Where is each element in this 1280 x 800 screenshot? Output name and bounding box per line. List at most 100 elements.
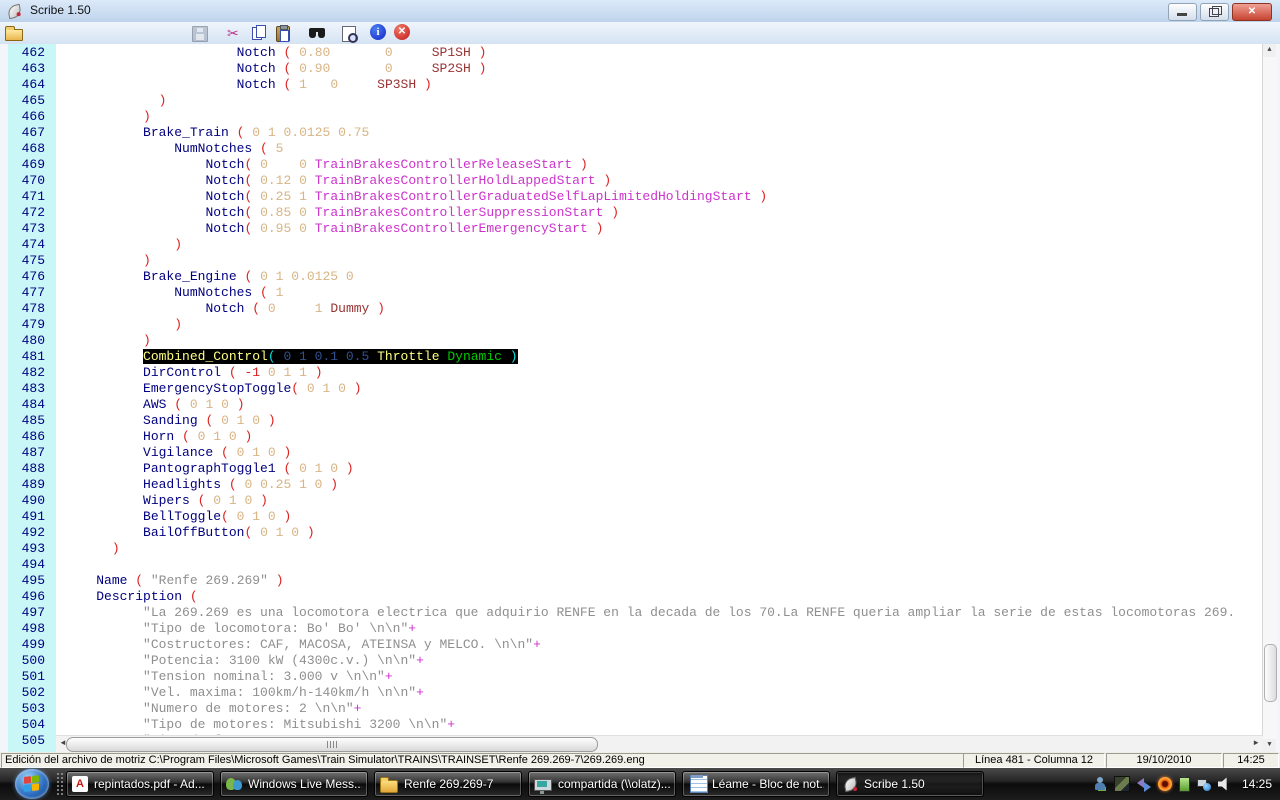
code-line[interactable]: 469 Notch( 0 0 TrainBrakesControllerRele…: [8, 157, 1263, 173]
toolbar: Courier New ▼ 10 ▼ ✂ i ✕ Espagnol ▼: [0, 22, 1280, 45]
line-number: 488: [8, 461, 56, 477]
taskbar-button[interactable]: compartida (\\olatz)...: [528, 771, 676, 797]
taskbar-button[interactable]: repintados.pdf - Ad...: [66, 771, 214, 797]
code-line[interactable]: 488 PantographToggle1 ( 0 1 0 ): [8, 461, 1263, 477]
volume-icon[interactable]: [1218, 777, 1232, 791]
code-line[interactable]: 477 NumNotches ( 1: [8, 285, 1263, 301]
code-line[interactable]: 463 Notch ( 0.90 0 SP2SH ): [8, 61, 1263, 77]
exit-icon: ✕: [398, 26, 406, 37]
code-line[interactable]: 480 ): [8, 333, 1263, 349]
minimize-icon: [1177, 13, 1187, 16]
scribe-icon: [842, 776, 858, 792]
status-file-info: Edición del archivo de motriz C:\Program…: [1, 753, 964, 768]
code-line[interactable]: 504 "Tipo de motores: Mitsubishi 3200 \n…: [8, 717, 1263, 733]
code-line[interactable]: 481 Combined_Control( 0 1 0.1 0.5 Thrott…: [8, 349, 1263, 365]
find-replace-button[interactable]: [340, 24, 360, 42]
line-number: 499: [8, 637, 56, 653]
scroll-right-icon[interactable]: ►: [1249, 737, 1263, 751]
desktop: Scribe 1.50 ✕ Courier New ▼ 10 ▼ ✂ i ✕ E…: [0, 0, 1280, 800]
task-label: Renfe 269.269-7: [404, 777, 493, 791]
network-icon[interactable]: [1197, 777, 1211, 791]
code-line[interactable]: 473 Notch( 0.95 0 TrainBrakesControllerE…: [8, 221, 1263, 237]
horizontal-scrollbar-thumb[interactable]: [66, 737, 598, 752]
line-number: 494: [8, 557, 56, 573]
cut-button[interactable]: ✂: [227, 24, 247, 42]
restore-button[interactable]: [1200, 3, 1229, 21]
code-line[interactable]: 487 Vigilance ( 0 1 0 ): [8, 445, 1263, 461]
horizontal-scrollbar[interactable]: ◄ ►: [56, 735, 1263, 752]
code-line[interactable]: 475 ): [8, 253, 1263, 269]
taskbar-grip[interactable]: [56, 772, 63, 796]
picture-tray-icon[interactable]: [1114, 776, 1130, 792]
code-line[interactable]: 483 EmergencyStopToggle( 0 1 0 ): [8, 381, 1263, 397]
code-line[interactable]: 496 Description (: [8, 589, 1263, 605]
info-button[interactable]: i: [370, 24, 386, 40]
code-line[interactable]: 500 "Potencia: 3100 kW (4300c.v.) \n\n"+: [8, 653, 1263, 669]
swirl-tray-icon[interactable]: [1158, 777, 1172, 791]
vertical-scrollbar[interactable]: ▲ ▼: [1262, 44, 1277, 752]
taskbar-button[interactable]: Windows Live Mess...: [220, 771, 368, 797]
code-line[interactable]: 492 BailOffButton( 0 1 0 ): [8, 525, 1263, 541]
line-number: 484: [8, 397, 56, 413]
line-number: 482: [8, 365, 56, 381]
scroll-down-icon[interactable]: ▼: [1263, 739, 1276, 752]
code-line[interactable]: 470 Notch( 0.12 0 TrainBrakesControllerH…: [8, 173, 1263, 189]
paste-button[interactable]: [274, 24, 294, 42]
taskbar-button[interactable]: Scribe 1.50: [836, 771, 984, 797]
code-line[interactable]: 482 DirControl ( -1 0 1 1 ): [8, 365, 1263, 381]
code-line[interactable]: 486 Horn ( 0 1 0 ): [8, 429, 1263, 445]
code-line[interactable]: 474 ): [8, 237, 1263, 253]
code-line[interactable]: 466 ): [8, 109, 1263, 125]
code-line[interactable]: 497 "La 269.269 es una locomotora electr…: [8, 605, 1263, 621]
scroll-up-icon[interactable]: ▲: [1263, 44, 1276, 57]
code-line[interactable]: 493 ): [8, 541, 1263, 557]
code-editor[interactable]: 462 Notch ( 0.80 0 SP1SH )463 Notch ( 0.…: [0, 44, 1280, 752]
transfer-arrows-icon[interactable]: [1137, 777, 1151, 791]
code-line[interactable]: 501 "Tension nominal: 3.000 v \n\n"+: [8, 669, 1263, 685]
selected-text: Combined_Control( 0 1 0.1 0.5 Throttle D…: [143, 349, 518, 364]
code-line[interactable]: 478 Notch ( 0 1 Dummy ): [8, 301, 1263, 317]
code-line[interactable]: 467 Brake_Train ( 0 1 0.0125 0.75: [8, 125, 1263, 141]
code-line[interactable]: 495 Name ( "Renfe 269.269" ): [8, 573, 1263, 589]
code-line[interactable]: 476 Brake_Engine ( 0 1 0.0125 0: [8, 269, 1263, 285]
code-line[interactable]: 484 AWS ( 0 1 0 ): [8, 397, 1263, 413]
code-line[interactable]: 465 ): [8, 93, 1263, 109]
taskbar-button[interactable]: Renfe 269.269-7: [374, 771, 522, 797]
battery-icon[interactable]: [1179, 777, 1190, 792]
code-line[interactable]: 464 Notch ( 1 0 SP3SH ): [8, 77, 1263, 93]
code-line[interactable]: 503 "Numero de motores: 2 \n\n"+: [8, 701, 1263, 717]
code-line[interactable]: 479 ): [8, 317, 1263, 333]
system-tray: 14:25: [1093, 768, 1272, 800]
start-button[interactable]: [15, 769, 49, 799]
taskbar-button[interactable]: Léame - Bloc de not...: [682, 771, 830, 797]
line-number: 472: [8, 205, 56, 221]
code-line[interactable]: 502 "Vel. maxima: 100km/h-140km/h \n\n"+: [8, 685, 1263, 701]
notepad-icon: [690, 775, 708, 793]
code-line[interactable]: 472 Notch( 0.85 0 TrainBrakesControllerS…: [8, 205, 1263, 221]
line-number: 467: [8, 125, 56, 141]
code-line[interactable]: 485 Sanding ( 0 1 0 ): [8, 413, 1263, 429]
line-number: 497: [8, 605, 56, 621]
code-line[interactable]: 468 NumNotches ( 5: [8, 141, 1263, 157]
find-button[interactable]: [308, 24, 328, 42]
code-line[interactable]: 498 "Tipo de locomotora: Bo' Bo' \n\n"+: [8, 621, 1263, 637]
exit-button[interactable]: ✕: [394, 24, 410, 40]
task-label: Windows Live Mess...: [248, 777, 362, 791]
code-line[interactable]: 491 BellToggle( 0 1 0 ): [8, 509, 1263, 525]
code-line[interactable]: 462 Notch ( 0.80 0 SP1SH ): [8, 45, 1263, 61]
code-line[interactable]: 490 Wipers ( 0 1 0 ): [8, 493, 1263, 509]
code-line[interactable]: 499 "Costructores: CAF, MACOSA, ATEINSA …: [8, 637, 1263, 653]
open-file-button[interactable]: [4, 24, 24, 42]
messenger-tray-icon[interactable]: [1093, 777, 1107, 791]
code-line[interactable]: 489 Headlights ( 0 0.25 1 0 ): [8, 477, 1263, 493]
copy-button[interactable]: [250, 24, 270, 42]
minimize-button[interactable]: [1168, 3, 1197, 21]
tray-clock[interactable]: 14:25: [1242, 777, 1272, 791]
close-button[interactable]: ✕: [1232, 3, 1272, 21]
save-button[interactable]: [190, 24, 210, 42]
paste-icon: [276, 26, 290, 42]
window-titlebar[interactable]: Scribe 1.50 ✕: [0, 0, 1280, 23]
code-line[interactable]: 471 Notch( 0.25 1 TrainBrakesControllerG…: [8, 189, 1263, 205]
vertical-scrollbar-thumb[interactable]: [1264, 644, 1277, 702]
code-line[interactable]: 494: [8, 557, 1263, 573]
